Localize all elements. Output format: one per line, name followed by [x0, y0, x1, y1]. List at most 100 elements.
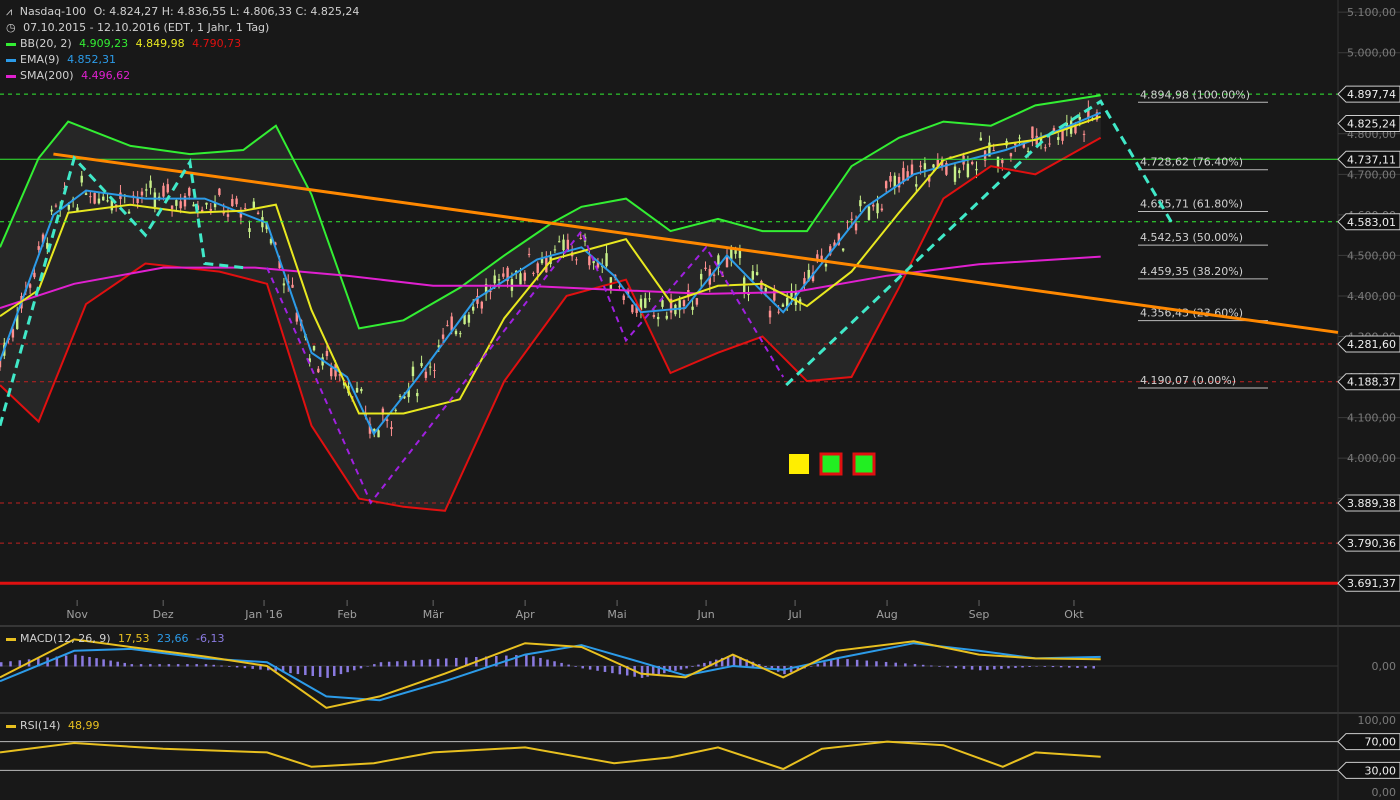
candle-body — [880, 208, 884, 211]
candle-body — [966, 163, 970, 177]
candle-body — [102, 196, 105, 201]
candle-body — [661, 300, 664, 307]
macd-hist-bar — [353, 666, 356, 671]
macd-hist-bar — [603, 666, 607, 672]
macd-swatch — [6, 637, 16, 641]
macd-hist-bar — [366, 666, 369, 667]
macd-hist-bar — [913, 664, 917, 667]
macd-hist-bar — [809, 666, 813, 667]
price-label-text: 4.583,01 — [1347, 216, 1396, 229]
candle-body — [170, 205, 174, 209]
candle-body — [166, 184, 169, 193]
legend-sma[interactable]: SMA(200) 4.496,62 — [6, 68, 134, 84]
legend-rsi[interactable]: RSI(14) 48,99 — [6, 718, 103, 734]
macd-hist-bar — [243, 666, 247, 669]
candle-body — [519, 273, 522, 285]
candle-body — [428, 366, 432, 368]
macd-hist-bar — [596, 666, 599, 671]
macd-hist-bar — [436, 658, 440, 667]
candle-body — [385, 419, 389, 421]
candle-body — [562, 239, 565, 251]
rsi-tick-label: 70,00 — [1365, 736, 1397, 749]
macd-hist-bar — [764, 666, 767, 667]
candle-body — [876, 203, 879, 214]
macd-hist-bar — [846, 659, 849, 667]
macd-hist-bar — [318, 666, 322, 677]
macd-hist-bar — [691, 666, 694, 667]
candle-body — [867, 206, 871, 220]
sma-label: SMA(200) — [20, 69, 74, 82]
candle-body — [996, 156, 1000, 168]
chart-symbol: Nasdaq-100 — [19, 5, 87, 18]
y-tick-label: 4.000,00 — [1347, 452, 1396, 465]
macd-hist-bar — [186, 664, 189, 667]
macd-hist-bar — [703, 662, 706, 667]
macd-hist-bar — [296, 666, 300, 675]
candle-body — [579, 238, 582, 240]
macd-hist-bar — [373, 664, 376, 667]
macd-hist-bar — [1014, 666, 1017, 668]
candle-body — [248, 228, 251, 232]
candle-body — [114, 204, 118, 206]
candle-body — [54, 205, 58, 207]
price-label-text: 4.897,74 — [1347, 88, 1396, 101]
legend-bb[interactable]: BB(20, 2) 4.909,23 4.849,98 4.790,73 — [6, 36, 245, 52]
fib-label: 4.728,62 (76.40%) — [1140, 156, 1243, 169]
candle-body — [824, 264, 828, 267]
candle-body — [97, 198, 101, 204]
macd-hist-bar — [220, 665, 223, 667]
macd-hist-bar — [674, 666, 677, 671]
macd-hist-bar — [1059, 666, 1063, 668]
price-label-text: 4.188,37 — [1347, 376, 1396, 389]
macd-label: MACD(12, 26, 9) — [20, 632, 111, 645]
candle-body — [971, 162, 974, 165]
macd-hist-bar — [823, 662, 826, 667]
candle-body — [84, 193, 88, 195]
candle-body — [244, 208, 247, 210]
macd-hist-bar — [1043, 666, 1047, 667]
candle-body — [188, 187, 191, 196]
candle-body — [751, 271, 755, 280]
macd-hist-bar — [81, 655, 84, 667]
macd-hist-bar — [304, 666, 307, 676]
legend-macd[interactable]: MACD(12, 26, 9) 17,53 23,66 -6,13 — [6, 631, 229, 647]
fib-label: 4.190,07 (0.00%) — [1140, 374, 1236, 387]
candle-body — [1009, 153, 1013, 157]
candle-body — [605, 253, 608, 267]
candle-body — [682, 300, 686, 307]
candle-body — [781, 304, 785, 307]
bb-lower-value: 4.790,73 — [192, 37, 242, 50]
candle-body — [360, 388, 363, 392]
macd-hist-bar — [204, 664, 208, 667]
candle-body — [209, 208, 212, 211]
macd-hist-bar — [289, 666, 292, 674]
macd-hist-bar — [938, 666, 941, 667]
x-tick-label: Sep — [969, 608, 990, 621]
candle-body — [695, 298, 699, 305]
candle-body — [872, 204, 875, 207]
candle-body — [648, 298, 651, 300]
candle-body — [644, 298, 647, 308]
candle-body — [106, 200, 109, 202]
macd-hist-bar — [618, 666, 622, 675]
fib-label: 4.542,53 (50.00%) — [1140, 231, 1243, 244]
macd-hist-bar — [875, 661, 878, 667]
macd-hist-bar — [455, 657, 458, 667]
macd-hist-bar — [333, 666, 336, 676]
candle-body — [1057, 137, 1060, 140]
candle-body — [502, 273, 505, 277]
macd-hist-bar — [970, 666, 974, 670]
macd-hist-bar — [884, 661, 888, 667]
y-tick-label: 4.500,00 — [1347, 249, 1396, 262]
macd-hist-bar — [1051, 666, 1055, 668]
legend-ema[interactable]: EMA(9) 4.852,31 — [6, 52, 120, 68]
candle-body — [777, 311, 780, 313]
y-tick-label: 4.700,00 — [1347, 168, 1396, 181]
bb-mid-value: 4.849,98 — [135, 37, 185, 50]
candle-body — [1082, 133, 1086, 135]
candle-body — [411, 366, 415, 377]
macd-hist-bar — [0, 662, 3, 667]
candle-body — [93, 192, 96, 204]
candle-body — [863, 202, 866, 204]
candle-body — [183, 195, 187, 207]
